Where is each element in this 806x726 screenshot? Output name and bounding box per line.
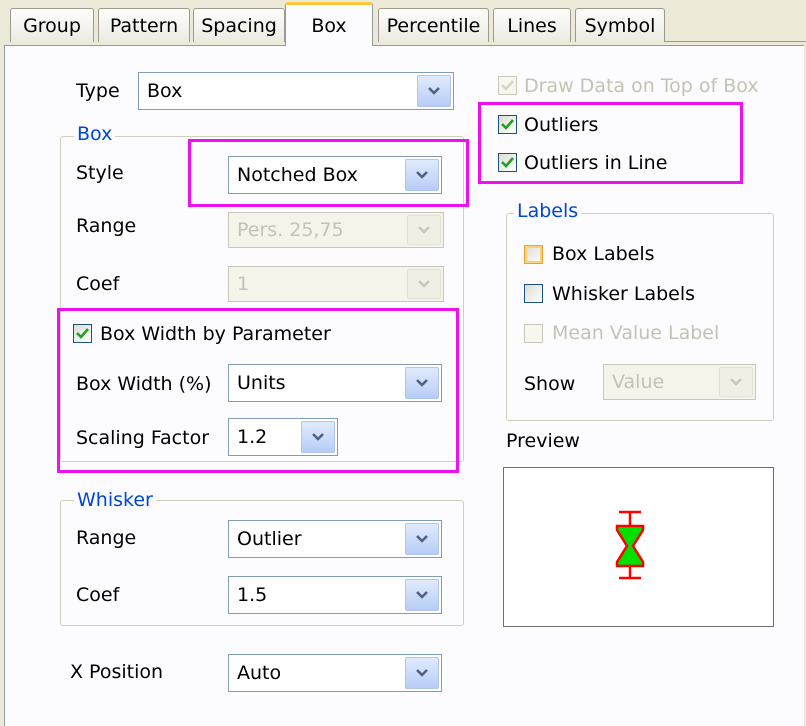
whisker-labels-checkbox[interactable]: [524, 284, 543, 303]
mean-value-label-checkbox: [524, 324, 543, 343]
coef-combo: 1: [228, 266, 444, 302]
check-icon: [501, 80, 514, 91]
whisker-labels-label: Whisker Labels: [552, 283, 696, 305]
box-width-value: Units: [237, 372, 286, 394]
chevron-down-icon[interactable]: [301, 421, 335, 453]
chevron-down-icon: [719, 367, 753, 397]
tab-symbol[interactable]: Symbol: [575, 8, 665, 42]
box-width-combo[interactable]: Units: [228, 364, 442, 402]
draw-on-top-label: Draw Data on Top of Box: [524, 75, 759, 97]
chevron-down-icon[interactable]: [405, 367, 439, 399]
chevron-down-icon[interactable]: [417, 75, 451, 107]
tab-group[interactable]: Group: [10, 8, 94, 42]
style-combo[interactable]: Notched Box: [228, 156, 442, 194]
tab-spacing[interactable]: Spacing: [193, 8, 285, 42]
chevron-down-icon[interactable]: [405, 159, 439, 191]
outliers-in-line-checkbox[interactable]: [498, 153, 517, 172]
range-combo: Pers. 25,75: [228, 212, 444, 248]
x-position-value: Auto: [237, 662, 282, 684]
whisker-range-value: Outlier: [237, 528, 302, 550]
box-width-label: Box Width (%): [76, 373, 212, 395]
labels-group-title: Labels: [514, 200, 582, 222]
type-value: Box: [147, 80, 183, 102]
type-label: Type: [76, 80, 120, 102]
whisker-coef-combo[interactable]: 1.5: [228, 576, 442, 614]
tab-lines[interactable]: Lines: [493, 8, 571, 42]
style-label: Style: [76, 162, 124, 184]
show-combo: Value: [603, 364, 756, 400]
whisker-coef-label: Coef: [76, 584, 120, 606]
chevron-down-icon[interactable]: [405, 657, 439, 689]
draw-on-top-checkbox: [498, 76, 517, 95]
scaling-factor-combo[interactable]: 1.2: [228, 418, 338, 456]
show-value: Value: [612, 371, 665, 393]
preview-label: Preview: [506, 430, 580, 452]
notched-box-preview-icon: [615, 510, 645, 580]
outliers-label: Outliers: [524, 114, 599, 136]
range-value: Pers. 25,75: [237, 219, 344, 241]
outliers-checkbox[interactable]: [498, 115, 517, 134]
check-icon: [76, 328, 89, 339]
chevron-down-icon: [407, 215, 441, 245]
box-width-by-param-label: Box Width by Parameter: [100, 323, 331, 345]
preview-box: [503, 467, 774, 627]
whisker-range-combo[interactable]: Outlier: [228, 520, 442, 558]
chevron-down-icon: [407, 269, 441, 299]
outliers-in-line-label: Outliers in Line: [524, 152, 668, 174]
mean-value-label: Mean Value Label: [552, 322, 720, 344]
tab-percentile[interactable]: Percentile: [378, 8, 489, 42]
scaling-factor-label: Scaling Factor: [76, 427, 210, 449]
chevron-down-icon[interactable]: [405, 579, 439, 611]
check-icon: [501, 157, 514, 168]
whisker-group-title: Whisker: [74, 489, 156, 511]
box-width-by-param-checkbox[interactable]: [73, 324, 92, 343]
x-position-label: X Position: [70, 661, 164, 683]
coef-value: 1: [237, 273, 250, 295]
scaling-factor-value: 1.2: [237, 426, 268, 448]
tab-baseline: [665, 41, 806, 42]
x-position-combo[interactable]: Auto: [228, 654, 442, 692]
box-labels-checkbox[interactable]: [524, 245, 543, 264]
box-group-title: Box: [74, 123, 116, 145]
whisker-range-label: Range: [76, 527, 137, 549]
box-labels-label: Box Labels: [552, 243, 655, 265]
coef-label: Coef: [76, 273, 120, 295]
tab-pattern[interactable]: Pattern: [98, 8, 190, 42]
whisker-coef-value: 1.5: [237, 584, 268, 606]
chevron-down-icon[interactable]: [405, 523, 439, 555]
show-label: Show: [524, 373, 576, 395]
check-icon: [501, 119, 514, 130]
range-label: Range: [76, 215, 137, 237]
tab-box[interactable]: Box: [285, 2, 373, 46]
style-value: Notched Box: [237, 164, 358, 186]
type-combo[interactable]: Box: [138, 72, 454, 110]
